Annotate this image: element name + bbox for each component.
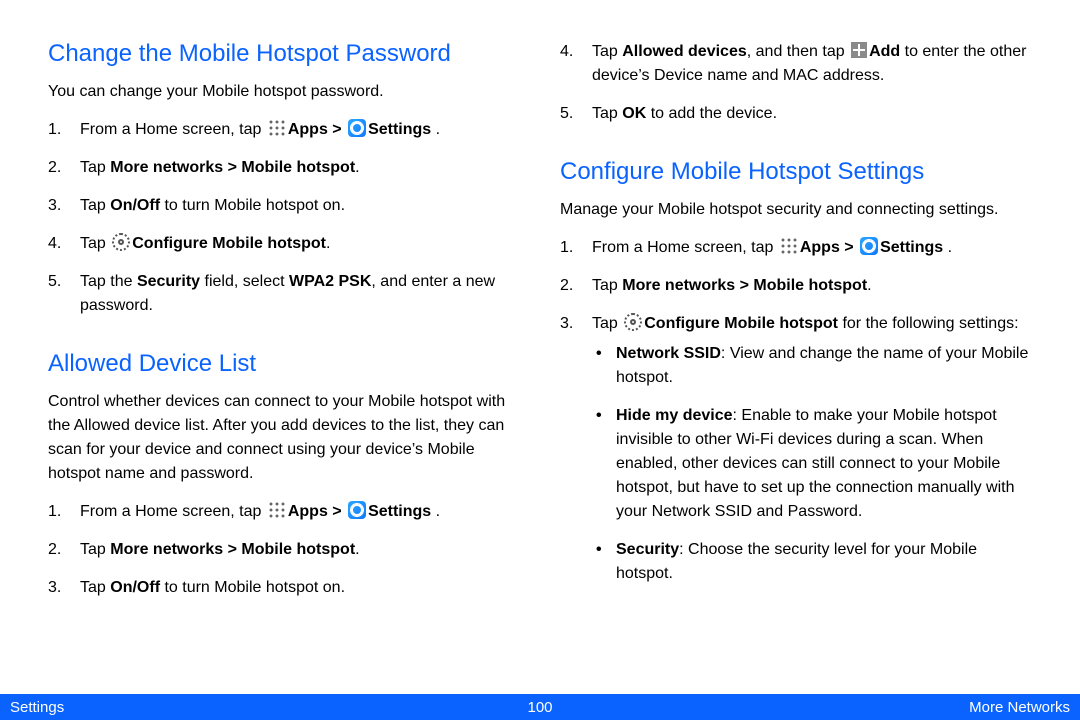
settings-icon xyxy=(348,119,366,137)
step: Tap OK to add the device. xyxy=(560,102,1032,126)
heading-configure-settings: Configure Mobile Hotspot Settings xyxy=(560,158,1032,186)
label-settings: Settings xyxy=(880,239,948,256)
label: On/Off xyxy=(110,197,160,214)
settings-bullets: Network SSID: View and change the name o… xyxy=(592,342,1032,586)
steps-change-password: From a Home screen, tap Apps > Settings … xyxy=(48,118,520,318)
manual-page: Change the Mobile Hotspot Password You c… xyxy=(0,0,1080,720)
text: From a Home screen, tap xyxy=(80,503,266,520)
text: for the following settings: xyxy=(838,315,1019,332)
text: Tap xyxy=(80,541,110,558)
step: Tap On/Off to turn Mobile hotspot on. xyxy=(48,194,520,218)
step: Tap Configure Mobile hotspot. xyxy=(48,232,520,256)
label: More networks > Mobile hotspot xyxy=(110,541,355,558)
text: . xyxy=(355,541,359,558)
label: OK xyxy=(622,105,646,122)
text: Tap xyxy=(80,159,110,176)
step: From a Home screen, tap Apps > Settings … xyxy=(48,118,520,142)
text: to turn Mobile hotspot on. xyxy=(160,197,345,214)
heading-change-password: Change the Mobile Hotspot Password xyxy=(48,40,520,68)
label: More networks > Mobile hotspot xyxy=(622,277,867,294)
text: Tap xyxy=(80,197,110,214)
label-apps: Apps > xyxy=(800,239,858,256)
text: Tap xyxy=(592,315,622,332)
footer-right: More Networks xyxy=(969,699,1070,716)
text: Tap xyxy=(592,277,622,294)
label: WPA2 PSK xyxy=(289,273,371,290)
step: Tap Configure Mobile hotspot for the fol… xyxy=(560,312,1032,586)
text: Tap the xyxy=(80,273,137,290)
label-settings: Settings xyxy=(368,121,436,138)
intro-change-password: You can change your Mobile hotspot passw… xyxy=(48,80,520,104)
label: Allowed devices xyxy=(622,43,747,60)
bullet: Network SSID: View and change the name o… xyxy=(592,342,1032,390)
bullet: Hide my device: Enable to make your Mobi… xyxy=(592,404,1032,524)
apps-icon xyxy=(268,119,286,137)
label-apps: Apps > xyxy=(288,503,346,520)
label: Configure Mobile hotspot xyxy=(644,315,838,332)
text: to turn Mobile hotspot on. xyxy=(160,579,345,596)
step: Tap On/Off to turn Mobile hotspot on. xyxy=(48,576,520,600)
text: From a Home screen, tap xyxy=(592,239,778,256)
text: From a Home screen, tap xyxy=(80,121,266,138)
page-footer: Settings 100 More Networks xyxy=(0,694,1080,720)
label: Security xyxy=(616,541,679,558)
label-settings: Settings xyxy=(368,503,436,520)
label: Hide my device xyxy=(616,407,733,424)
plus-icon xyxy=(851,42,867,58)
right-column: Tap Allowed devices, and then tap Add to… xyxy=(560,40,1032,680)
settings-icon xyxy=(860,237,878,255)
steps-allowed-device-list: From a Home screen, tap Apps > Settings … xyxy=(48,500,520,600)
gear-icon xyxy=(112,233,130,251)
heading-allowed-device-list: Allowed Device List xyxy=(48,350,520,378)
label: Configure Mobile hotspot xyxy=(132,235,326,252)
step: Tap More networks > Mobile hotspot. xyxy=(560,274,1032,298)
text: Tap xyxy=(592,105,622,122)
text: Tap xyxy=(80,579,110,596)
label-apps: Apps > xyxy=(288,121,346,138)
text: Tap xyxy=(592,43,622,60)
settings-icon xyxy=(348,501,366,519)
steps-allowed-device-list-continued: Tap Allowed devices, and then tap Add to… xyxy=(560,40,1032,126)
footer-page-number: 100 xyxy=(527,699,552,716)
text: , and then tap xyxy=(747,43,849,60)
intro-allowed-device-list: Control whether devices can connect to y… xyxy=(48,390,520,486)
apps-icon xyxy=(268,501,286,519)
apps-icon xyxy=(780,237,798,255)
label: Security xyxy=(137,273,200,290)
left-column: Change the Mobile Hotspot Password You c… xyxy=(48,40,520,680)
step: From a Home screen, tap Apps > Settings … xyxy=(560,236,1032,260)
two-column-layout: Change the Mobile Hotspot Password You c… xyxy=(48,40,1032,680)
text: . xyxy=(867,277,871,294)
bullet: Security: Choose the security level for … xyxy=(592,538,1032,586)
step: Tap More networks > Mobile hotspot. xyxy=(48,156,520,180)
step: Tap More networks > Mobile hotspot. xyxy=(48,538,520,562)
label: Network SSID xyxy=(616,345,721,362)
label: More networks > Mobile hotspot xyxy=(110,159,355,176)
text: . xyxy=(948,239,952,256)
text: . xyxy=(436,121,440,138)
text: . xyxy=(436,503,440,520)
label: Add xyxy=(869,43,900,60)
footer-left: Settings xyxy=(10,699,64,716)
text: Tap xyxy=(80,235,110,252)
intro-configure-settings: Manage your Mobile hotspot security and … xyxy=(560,198,1032,222)
text: . xyxy=(355,159,359,176)
gear-icon xyxy=(624,313,642,331)
text: field, select xyxy=(200,273,289,290)
text: . xyxy=(326,235,330,252)
label: On/Off xyxy=(110,579,160,596)
text: to add the device. xyxy=(646,105,777,122)
step: Tap Allowed devices, and then tap Add to… xyxy=(560,40,1032,88)
step: Tap the Security field, select WPA2 PSK,… xyxy=(48,270,520,318)
step: From a Home screen, tap Apps > Settings … xyxy=(48,500,520,524)
steps-configure-settings: From a Home screen, tap Apps > Settings … xyxy=(560,236,1032,586)
